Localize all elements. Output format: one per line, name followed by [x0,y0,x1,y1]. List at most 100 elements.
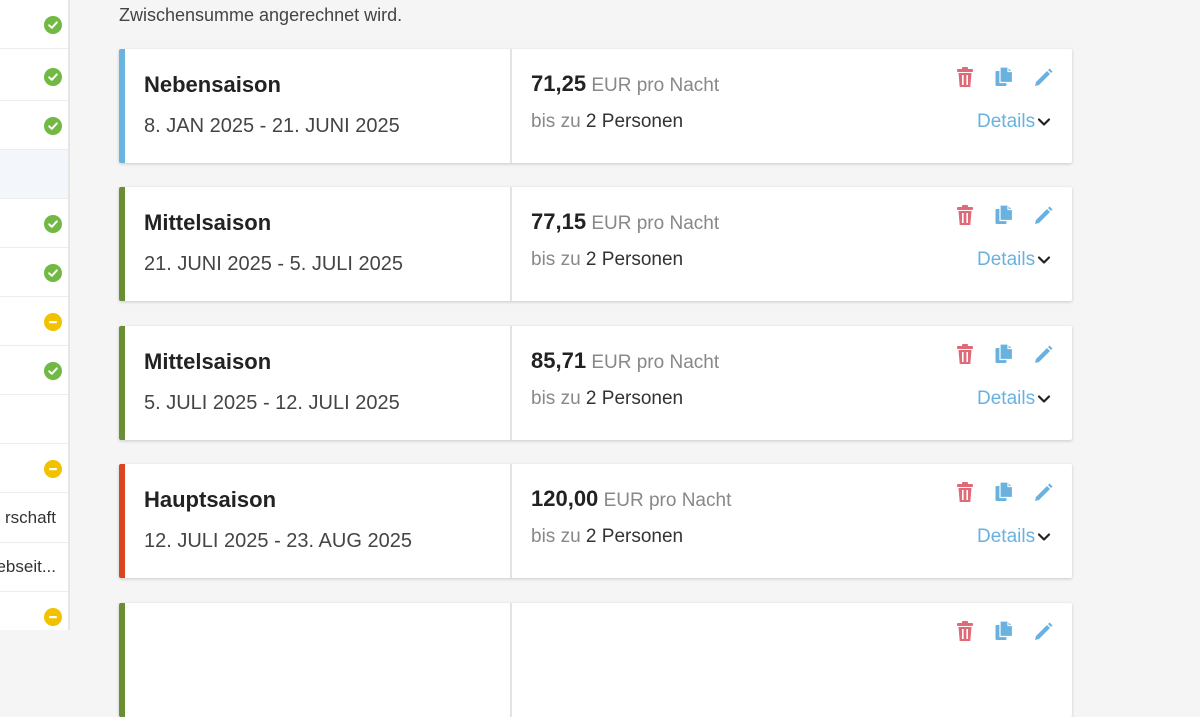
trash-icon[interactable] [955,204,975,226]
season-card: Mittelsaison 21. JUNI 2025 - 5. JULI 2025… [119,187,1072,301]
season-name: Nebensaison [144,72,281,97]
check-circle-icon [44,16,62,34]
season-dates: 12. JULI 2025 - 23. AUG 2025 [144,530,412,552]
price-line: 77,15 EUR pro Nacht [531,209,719,235]
persons-count: 2 Personen [585,526,684,547]
details-label: Details [977,388,1036,410]
sidebar-item[interactable] [0,395,68,444]
details-toggle[interactable]: Details [977,249,1051,271]
details-toggle[interactable]: Details [977,388,1051,410]
persons-line: bis zu 2 Personen [531,249,683,271]
price-unit: EUR pro Nacht [591,213,720,234]
season-card: Nebensaison 8. JAN 2025 - 21. JUNI 2025 71… [119,49,1072,163]
details-label: Details [977,249,1036,271]
copy-icon[interactable] [994,481,1014,503]
copy-icon[interactable] [994,204,1014,226]
price-line: 71,25 EUR pro Nacht [531,71,719,97]
price-value: 85,71 [531,348,587,373]
chevron-down-icon [1037,249,1051,271]
sidebar-item-label: rschaft [4,508,56,527]
sidebar-item[interactable] [0,248,68,297]
pencil-icon[interactable] [1033,620,1053,642]
season-color-stripe [119,187,125,301]
season-dates: 8. JAN 2025 - 21. JUNI 2025 [144,115,400,137]
trash-icon[interactable] [955,343,975,365]
sidebar-item[interactable] [0,592,68,630]
details-label: Details [977,111,1036,133]
intro-text: Zwischensumme angerechnet wird. [119,5,403,25]
sidebar-item[interactable] [0,346,68,395]
sidebar-item[interactable] [0,52,68,101]
sidebar-item[interactable]: Webseit... [0,543,68,592]
season-name: Mittelsaison [144,349,272,374]
sidebar-item[interactable] [0,297,68,346]
price-unit: EUR pro Nacht [591,75,720,96]
season-color-stripe [119,464,125,578]
season-card [119,603,1072,717]
copy-icon[interactable] [994,66,1014,88]
pencil-icon[interactable] [1033,66,1053,88]
sidebar-item[interactable] [0,101,68,150]
minus-circle-icon [44,313,62,331]
pencil-icon[interactable] [1033,343,1053,365]
sidebar-item[interactable] [0,150,68,199]
trash-icon[interactable] [955,481,975,503]
copy-icon[interactable] [994,620,1014,642]
sidebar-item[interactable] [0,0,68,49]
persons-count: 2 Personen [585,249,684,270]
season-dates: 5. JULI 2025 - 12. JULI 2025 [144,392,400,414]
card-divider [510,326,512,440]
check-circle-icon [44,117,62,135]
price-value: 77,15 [531,209,587,234]
season-card: Mittelsaison 5. JULI 2025 - 12. JULI 2025… [119,326,1072,440]
season-color-stripe [119,603,125,717]
chevron-down-icon [1037,111,1051,133]
price-value: 120,00 [531,486,599,511]
pencil-icon[interactable] [1033,204,1053,226]
chevron-down-icon [1037,388,1051,410]
price-line: 120,00 EUR pro Nacht [531,486,731,512]
check-circle-icon [44,68,62,86]
persons-count: 2 Personen [585,111,684,132]
season-name: Hauptsaison [144,487,277,512]
price-unit: EUR pro Nacht [591,352,720,373]
details-toggle[interactable]: Details [977,111,1051,133]
details-toggle[interactable]: Details [977,526,1051,548]
card-divider [510,603,512,717]
persons-prefix: bis zu [531,526,581,547]
minus-circle-icon [44,460,62,478]
card-divider [510,187,512,301]
card-divider [510,49,512,163]
check-circle-icon [44,264,62,282]
season-card: Hauptsaison 12. JULI 2025 - 23. AUG 2025 1… [119,464,1072,578]
persons-line: bis zu 2 Personen [531,111,683,133]
pencil-icon[interactable] [1033,481,1053,503]
persons-line: bis zu 2 Personen [531,526,683,548]
persons-prefix: bis zu [531,388,581,409]
check-circle-icon [44,215,62,233]
persons-count: 2 Personen [585,388,684,409]
check-circle-icon [44,362,62,380]
price-unit: EUR pro Nacht [603,490,732,511]
season-color-stripe [119,49,125,163]
price-line: 85,71 EUR pro Nacht [531,348,719,374]
minus-circle-icon [44,608,62,626]
sidebar-item[interactable] [0,444,68,493]
sidebar-item[interactable] [0,199,68,248]
details-label: Details [977,526,1036,548]
price-value: 71,25 [531,71,587,96]
sidebar: rschaft Webseit... [0,0,70,630]
copy-icon[interactable] [994,343,1014,365]
card-divider [510,464,512,578]
persons-line: bis zu 2 Personen [531,388,683,410]
season-color-stripe [119,326,125,440]
chevron-down-icon [1037,526,1051,548]
season-dates: 21. JUNI 2025 - 5. JULI 2025 [144,253,404,275]
sidebar-item[interactable]: rschaft [0,494,68,543]
trash-icon[interactable] [955,66,975,88]
sidebar-item-label: Webseit... [0,557,56,576]
trash-icon[interactable] [955,620,975,642]
season-name: Mittelsaison [144,210,272,235]
persons-prefix: bis zu [531,111,581,132]
persons-prefix: bis zu [531,249,581,270]
